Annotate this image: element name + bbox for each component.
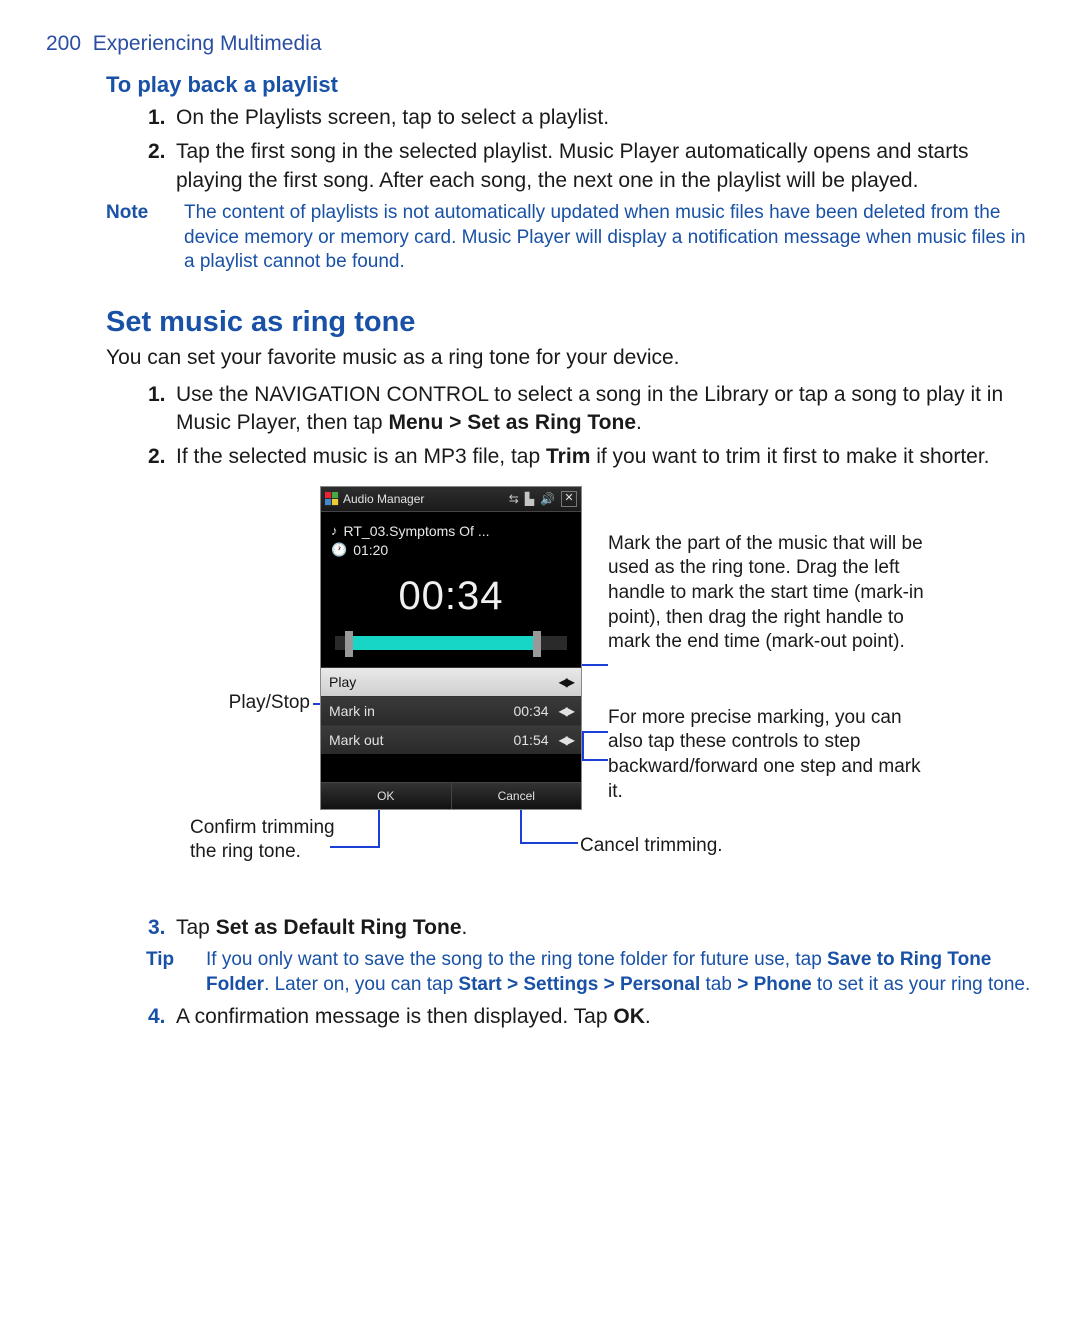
speaker-icon: 🔊 [540, 491, 555, 507]
page-number: 200 [46, 32, 81, 55]
track-title-row: ♪ RT_03.Symptoms Of ... [331, 522, 571, 541]
list-item: 1. On the Playlists screen, tap to selec… [176, 104, 1034, 132]
step-number: 4. [148, 1003, 166, 1031]
section-heading-ringtone: Set music as ring tone [46, 303, 1034, 342]
trim-selection [347, 636, 539, 650]
callout-playstop: Play/Stop [190, 691, 310, 716]
trim-slider[interactable] [335, 631, 567, 657]
tip-block: Tip If you only want to save the song to… [46, 948, 1034, 997]
spinner-icon[interactable]: ◀▶ [559, 674, 573, 690]
text-run: . [636, 411, 642, 434]
text-run: to set it as your ring tone. [812, 974, 1031, 995]
text-bold: OK [613, 1005, 645, 1028]
text-run: If you only want to save the song to the… [206, 949, 827, 970]
callout-line [582, 759, 608, 761]
text-run: Tap [176, 916, 216, 939]
text-bold: Trim [546, 445, 590, 468]
trim-handle-left[interactable] [345, 631, 353, 657]
status-tray: ⇆ ▙ 🔊 ✕ [509, 491, 577, 507]
step-number: 2. [148, 138, 166, 166]
text-run: . [645, 1005, 651, 1028]
track-duration-row: 🕐 01:20 [331, 541, 571, 560]
step-number: 1. [148, 104, 166, 132]
callout-line [582, 731, 584, 761]
row-markin-value: 00:34 [513, 702, 548, 721]
note-label: Note [106, 201, 184, 275]
row-play-label: Play [329, 673, 356, 692]
callout-line [520, 842, 578, 844]
subheading-playback: To play back a playlist [46, 70, 1034, 100]
spinner-icon[interactable]: ◀▶ [559, 732, 573, 748]
step-number: 2. [148, 443, 166, 471]
text-run: . Later on, you can tap [264, 974, 458, 995]
step-text: On the Playlists screen, tap to select a… [176, 106, 609, 129]
clock-icon: 🕐 [331, 541, 347, 559]
ringtone-steps: 1. Use the NAVIGATION CONTROL to select … [46, 381, 1034, 472]
softkey-cancel[interactable]: Cancel [451, 783, 582, 809]
note-block: Note The content of playlists is not aut… [46, 201, 1034, 275]
track-title: RT_03.Symptoms Of ... [344, 522, 490, 541]
page-header: 200 Experiencing Multimedia [46, 30, 1034, 58]
chapter-title: Experiencing Multimedia [93, 32, 322, 55]
spinner-icon[interactable]: ◀▶ [559, 703, 573, 719]
list-item: 1. Use the NAVIGATION CONTROL to select … [176, 381, 1034, 438]
track-info: ♪ RT_03.Symptoms Of ... 🕐 01:20 00:34 [321, 512, 581, 668]
text-run: . [462, 916, 468, 939]
callout-precise: For more precise marking, you can also t… [608, 706, 938, 805]
row-markout-value: 01:54 [513, 731, 548, 750]
step-text: Tap the first song in the selected playl… [176, 140, 969, 191]
callout-cancel: Cancel trimming. [580, 834, 730, 859]
text-run: A confirmation message is then displayed… [176, 1005, 613, 1028]
tip-body: If you only want to save the song to the… [206, 948, 1034, 997]
text-run: If the selected music is an MP3 file, ta… [176, 445, 546, 468]
softkey-ok[interactable]: OK [321, 783, 451, 809]
close-icon[interactable]: ✕ [561, 491, 577, 507]
step-text: Use the NAVIGATION CONTROL to select a s… [176, 383, 1003, 434]
current-time: 00:34 [331, 569, 571, 623]
softkey-bar: OK Cancel [321, 782, 581, 809]
row-markout-label: Mark out [329, 731, 383, 750]
sync-icon: ⇆ [509, 491, 519, 507]
callout-line [582, 731, 608, 733]
step-text: A confirmation message is then displayed… [176, 1005, 651, 1028]
signal-icon: ▙ [525, 491, 534, 507]
row-play[interactable]: Play ◀▶ [321, 667, 581, 696]
callout-mark: Mark the part of the music that will be … [608, 532, 938, 655]
phone-titlebar: Audio Manager ⇆ ▙ 🔊 ✕ [321, 487, 581, 512]
text-bold: > Phone [737, 974, 811, 995]
section-intro: You can set your favorite music as a rin… [46, 344, 1034, 372]
playback-steps: 1. On the Playlists screen, tap to selec… [46, 104, 1034, 195]
list-item: 4. A confirmation message is then displa… [176, 1003, 1034, 1031]
ringtone-steps-end: 4. A confirmation message is then displa… [46, 1003, 1034, 1031]
trim-handle-right[interactable] [533, 631, 541, 657]
row-mark-in[interactable]: Mark in 00:34 ◀▶ [321, 696, 581, 725]
list-item: 2. If the selected music is an MP3 file,… [176, 443, 1034, 471]
tip-label: Tip [146, 948, 206, 997]
windows-flag-icon [325, 492, 339, 506]
list-item: 3. Tap Set as Default Ring Tone. [176, 914, 1034, 942]
text-bold: Menu > Set as Ring Tone [388, 411, 636, 434]
row-mark-out[interactable]: Mark out 01:54 ◀▶ [321, 725, 581, 754]
callout-confirm: Confirm trimming the ring tone. [190, 816, 340, 865]
text-run: tab [700, 974, 737, 995]
text-run: if you want to trim it first to make it … [590, 445, 989, 468]
text-bold: Set as Default Ring Tone [216, 916, 462, 939]
app-title: Audio Manager [343, 491, 424, 507]
figure-trim-ringtone: Audio Manager ⇆ ▙ 🔊 ✕ ♪ RT_03.Symptoms O… [120, 486, 960, 896]
phone-screenshot: Audio Manager ⇆ ▙ 🔊 ✕ ♪ RT_03.Symptoms O… [320, 486, 582, 810]
note-body: The content of playlists is not automati… [184, 201, 1034, 275]
row-markin-label: Mark in [329, 702, 375, 721]
step-text: If the selected music is an MP3 file, ta… [176, 445, 990, 468]
track-duration: 01:20 [353, 541, 388, 560]
list-item: 2. Tap the first song in the selected pl… [176, 138, 1034, 195]
music-note-icon: ♪ [331, 522, 338, 540]
step-number: 3. [148, 914, 166, 942]
step-number: 1. [148, 381, 166, 409]
step-text: Tap Set as Default Ring Tone. [176, 916, 467, 939]
ringtone-steps-cont: 3. Tap Set as Default Ring Tone. [46, 914, 1034, 942]
text-bold: Start > Settings > Personal [458, 974, 700, 995]
